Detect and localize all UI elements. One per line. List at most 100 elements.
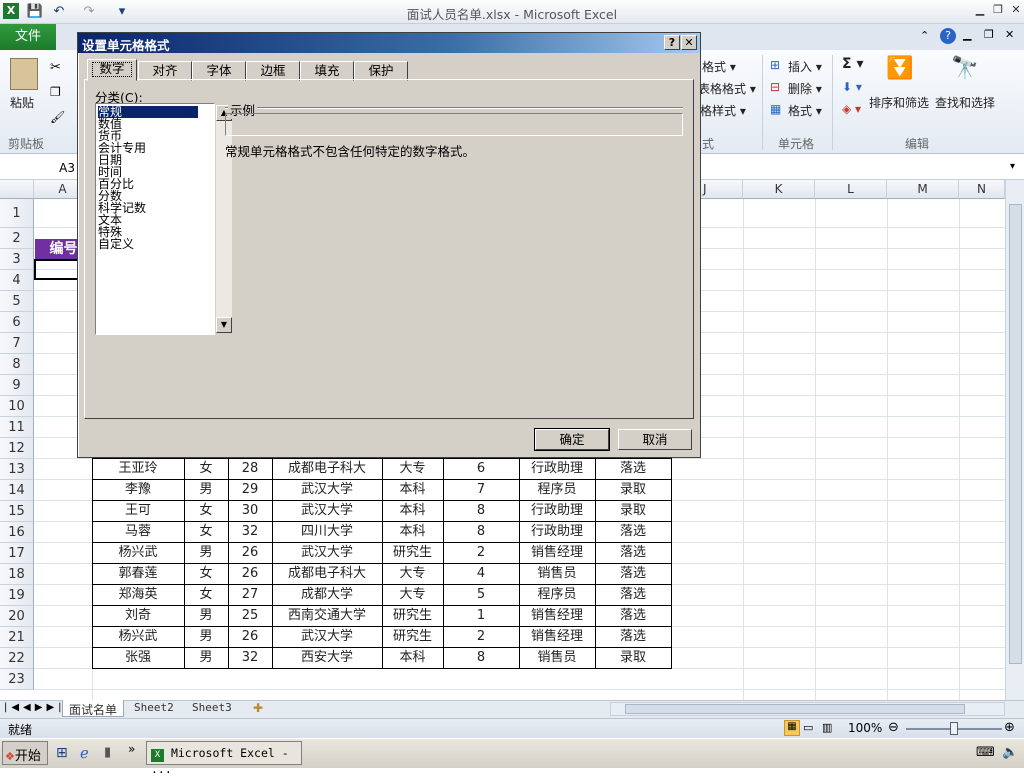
ok-button[interactable]: 确定 (534, 428, 610, 451)
quicklaunch-desktop-icon[interactable]: ⊞ (56, 745, 68, 761)
table-cell-job[interactable]: 销售经理 (519, 627, 595, 648)
table-cell-years[interactable]: 1 (443, 606, 519, 627)
sheet-tab-active[interactable]: 面试名单 (62, 700, 125, 717)
page-break-icon[interactable]: ▥ (822, 721, 832, 734)
table-cell-name[interactable]: 李豫 (92, 480, 184, 501)
table-cell-age[interactable]: 26 (228, 627, 272, 648)
table-cell-name[interactable]: 杨兴武 (92, 627, 184, 648)
table-cell-sex[interactable]: 男 (184, 480, 228, 501)
sheet-tab-2[interactable]: Sheet2 (128, 700, 180, 717)
row-header[interactable]: 4 (0, 270, 34, 291)
table-cell-result[interactable]: 落选 (595, 522, 671, 543)
table-cell-school[interactable]: 成都大学 (272, 585, 382, 606)
table-cell-result[interactable]: 录取 (595, 501, 671, 522)
cancel-button[interactable]: 取消 (618, 429, 692, 450)
table-cell-school[interactable]: 西南交通大学 (272, 606, 382, 627)
table-cell-years[interactable]: 8 (443, 648, 519, 669)
table-cell-job[interactable]: 行政助理 (519, 459, 595, 480)
table-cell-school[interactable]: 武汉大学 (272, 501, 382, 522)
table-cell-result[interactable]: 落选 (595, 606, 671, 627)
taskbar-excel-item[interactable]: X Microsoft Excel - ... (146, 741, 302, 776)
row-header[interactable]: 12 (0, 438, 34, 459)
tab-alignment[interactable]: 对齐 (138, 61, 192, 81)
find-select-button[interactable]: 查找和选择 (935, 94, 995, 111)
table-cell-edu[interactable]: 大专 (382, 564, 443, 585)
quicklaunch-ie-icon[interactable]: ℯ (80, 744, 89, 762)
sort-filter-icon[interactable]: ⏬ (883, 56, 917, 90)
row-header[interactable]: 22 (0, 648, 34, 669)
table-cell-school[interactable]: 武汉大学 (272, 543, 382, 564)
table-cell-years[interactable]: 6 (443, 459, 519, 480)
delete-button[interactable]: 删除 ▾ (788, 80, 822, 97)
name-box[interactable]: A3 (0, 158, 80, 180)
tray-keyboard-icon[interactable]: ⌨ (976, 745, 995, 760)
row-header[interactable]: 16 (0, 522, 34, 543)
table-cell-school[interactable]: 武汉大学 (272, 627, 382, 648)
doc-minimize-icon[interactable]: ▁ (963, 28, 971, 41)
table-cell-sex[interactable]: 女 (184, 501, 228, 522)
table-cell-sex[interactable]: 女 (184, 459, 228, 480)
table-cell-result[interactable]: 落选 (595, 564, 671, 585)
row-header[interactable]: 23 (0, 669, 34, 690)
table-cell-edu[interactable]: 大专 (382, 585, 443, 606)
table-cell-edu[interactable]: 本科 (382, 648, 443, 669)
vertical-scrollbar[interactable] (1005, 180, 1024, 700)
fill-icon[interactable]: ⬇ ▾ (842, 80, 862, 94)
table-cell-sex[interactable]: 男 (184, 627, 228, 648)
table-cell-job[interactable]: 销售经理 (519, 543, 595, 564)
table-cell-name[interactable]: 杨兴武 (92, 543, 184, 564)
column-header-n[interactable]: N (959, 180, 1005, 199)
category-scrollbar[interactable]: ▲ ▼ (216, 105, 232, 333)
dialog-close-button[interactable]: ✕ (681, 35, 697, 50)
category-item[interactable]: 自定义 (98, 238, 134, 250)
row-header[interactable]: 5 (0, 291, 34, 312)
conditional-format-button[interactable]: 格式 ▾ (702, 58, 736, 75)
quicklaunch-more-icon[interactable]: » (128, 742, 135, 756)
table-cell-sex[interactable]: 女 (184, 585, 228, 606)
table-cell-age[interactable]: 30 (228, 501, 272, 522)
table-cell-edu[interactable]: 大专 (382, 459, 443, 480)
scroll-down-icon[interactable]: ▼ (216, 317, 232, 333)
tray-speaker-icon[interactable]: 🔈 (1002, 745, 1018, 760)
table-cell-edu[interactable]: 研究生 (382, 627, 443, 648)
sort-filter-button[interactable]: 排序和筛选 (869, 94, 929, 111)
copy-icon[interactable]: ❐ (50, 85, 61, 99)
table-cell-years[interactable]: 2 (443, 543, 519, 564)
autosum-button[interactable]: Σ ▾ (842, 56, 863, 72)
insert-icon[interactable]: ⊞ (770, 58, 780, 72)
table-cell-name[interactable]: 马蓉 (92, 522, 184, 543)
table-cell-age[interactable]: 28 (228, 459, 272, 480)
table-cell-years[interactable]: 7 (443, 480, 519, 501)
dialog-help-button[interactable]: ? (664, 35, 680, 50)
cell-style-button[interactable]: 格样式 ▾ (700, 102, 746, 119)
file-tab[interactable]: 文件 (0, 24, 56, 50)
table-cell-school[interactable]: 成都电子科大 (272, 459, 382, 480)
table-cell-name[interactable]: 郭春莲 (92, 564, 184, 585)
row-header[interactable]: 10 (0, 396, 34, 417)
table-cell-edu[interactable]: 本科 (382, 501, 443, 522)
table-cell-result[interactable]: 录取 (595, 648, 671, 669)
start-button[interactable]: ❖开始 (2, 741, 48, 765)
table-cell-name[interactable]: 刘奇 (92, 606, 184, 627)
row-header[interactable]: 13 (0, 459, 34, 480)
table-cell-job[interactable]: 程序员 (519, 480, 595, 501)
table-cell-school[interactable]: 武汉大学 (272, 480, 382, 501)
table-cell-sex[interactable]: 女 (184, 522, 228, 543)
table-cell-job[interactable]: 程序员 (519, 585, 595, 606)
close-window-icon[interactable]: ✕ (1006, 3, 1024, 19)
row-header[interactable]: 11 (0, 417, 34, 438)
quicklaunch-media-icon[interactable]: ▮ (104, 745, 111, 760)
collapse-ribbon-icon[interactable]: ⌃ (920, 29, 929, 42)
table-format-button[interactable]: 表格格式 ▾ (698, 80, 756, 97)
table-cell-result[interactable]: 落选 (595, 627, 671, 648)
table-cell-job[interactable]: 销售员 (519, 648, 595, 669)
table-cell-edu[interactable]: 本科 (382, 480, 443, 501)
format-icon[interactable]: ▦ (770, 102, 781, 116)
row-header[interactable]: 15 (0, 501, 34, 522)
row-header[interactable]: 17 (0, 543, 34, 564)
tab-border[interactable]: 边框 (246, 61, 300, 81)
table-cell-age[interactable]: 26 (228, 543, 272, 564)
format-button[interactable]: 格式 ▾ (788, 102, 822, 119)
cut-icon[interactable]: ✂ (50, 60, 61, 75)
row-header[interactable]: 1 (0, 199, 34, 228)
